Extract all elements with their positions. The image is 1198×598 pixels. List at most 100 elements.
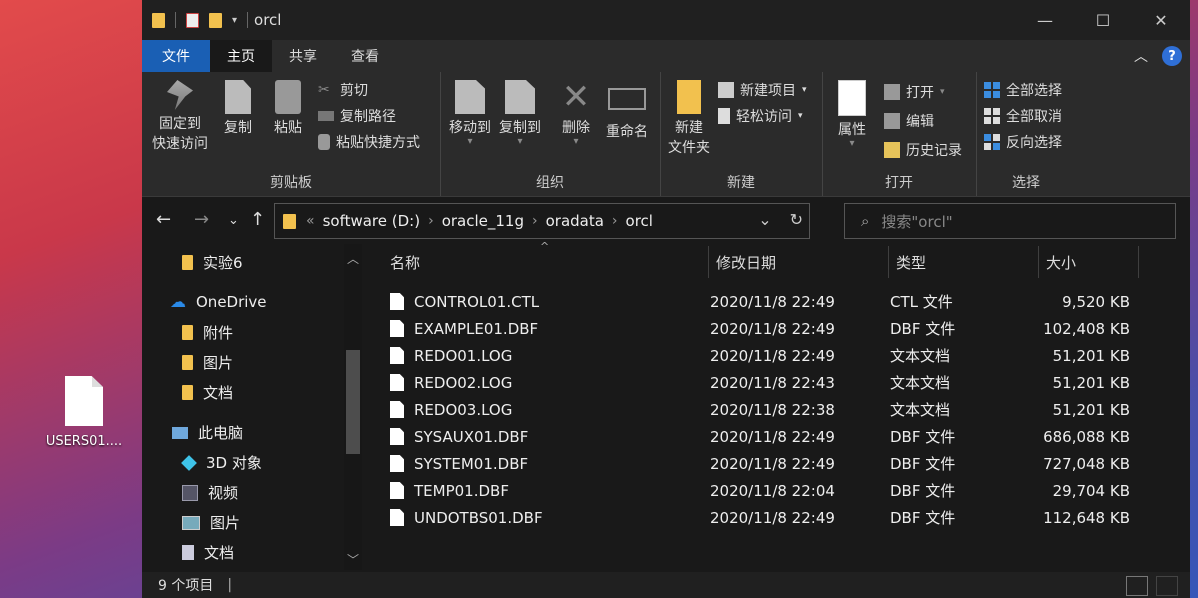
rename-button[interactable]: 重命名 <box>602 80 652 142</box>
up-arrow-icon[interactable]: ↑ <box>250 209 265 230</box>
open-button[interactable]: 打开 ▾ <box>884 82 945 102</box>
chevron-up-icon[interactable]: ︿ <box>1134 46 1148 66</box>
move-to-button[interactable]: 移动到 ▾ <box>446 80 494 147</box>
desktop-file-icon[interactable]: USERS01.... <box>40 376 128 449</box>
table-row[interactable]: SYSAUX01.DBF 2020/11/8 22:49 DBF 文件 686,088… <box>390 423 1150 450</box>
file-type: DBF 文件 <box>890 428 956 446</box>
history-button[interactable]: 历史记录 <box>884 140 962 160</box>
copy-button[interactable]: 复制 <box>218 80 258 138</box>
breadcrumb-oracle[interactable]: oracle_11g <box>434 212 532 230</box>
explorer-window: ▾ orcl — ☐ ✕ 文件 主页 共享 查看 ︿ ? 固定到 快速访问 复制… <box>142 0 1190 598</box>
nav-item-onedrive-pictures[interactable]: 图片 <box>182 352 233 373</box>
tab-share[interactable]: 共享 <box>272 40 334 72</box>
file-date: 2020/11/8 22:49 <box>710 346 835 365</box>
nav-item-documents[interactable]: 文档 <box>182 542 234 563</box>
large-icons-view-icon[interactable] <box>1156 576 1178 596</box>
sort-ascending-icon: ^ <box>540 240 550 253</box>
new-item-button[interactable]: 新建项目 ▾ <box>718 80 807 100</box>
nav-item-onedrive[interactable]: ☁ OneDrive <box>170 292 267 311</box>
cube-icon <box>181 454 197 471</box>
close-button[interactable]: ✕ <box>1132 0 1190 40</box>
file-type: 文本文档 <box>890 401 951 419</box>
table-row[interactable]: REDO01.LOG 2020/11/8 22:49 文本文档 51,201 KB <box>390 342 1150 369</box>
chevron-down-icon: ▾ <box>798 111 803 121</box>
cut-button[interactable]: ✂ 剪切 <box>318 80 368 100</box>
address-dropdown-icon[interactable]: ⌄ <box>758 210 771 229</box>
column-header-date[interactable]: 修改日期 <box>716 244 776 280</box>
status-bar: 9 个项目 | <box>142 572 1190 598</box>
chevron-down-icon: ▾ <box>940 87 945 97</box>
nav-item-lab6[interactable]: 实验6 <box>182 252 243 273</box>
file-name: SYSAUX01.DBF <box>414 427 529 446</box>
scroll-up-icon[interactable]: ︿ <box>347 250 359 267</box>
paste-button[interactable]: 粘贴 <box>268 80 308 138</box>
back-arrow-icon[interactable]: ← <box>156 209 171 230</box>
file-type: DBF 文件 <box>890 482 956 500</box>
nav-item-pictures[interactable]: 图片 <box>182 512 240 533</box>
paste-icon <box>275 80 301 114</box>
edit-button[interactable]: 编辑 <box>884 111 934 131</box>
file-type: 文本文档 <box>890 347 951 365</box>
scroll-down-icon[interactable]: ﹀ <box>347 551 359 568</box>
invert-selection-button[interactable]: 反向选择 <box>984 132 1062 152</box>
file-size: 51,201 KB <box>1052 346 1130 365</box>
forward-arrow-icon[interactable]: → <box>194 209 209 230</box>
details-view-icon[interactable] <box>1126 576 1148 596</box>
nav-item-3d-objects[interactable]: 3D 对象 <box>181 452 262 473</box>
tab-view[interactable]: 查看 <box>334 40 396 72</box>
search-icon: ⌕ <box>861 212 870 230</box>
tab-file[interactable]: 文件 <box>142 40 210 72</box>
chevron-down-icon: ▾ <box>802 85 807 95</box>
maximize-button[interactable]: ☐ <box>1074 0 1132 40</box>
new-folder-button[interactable]: 新建 文件夹 <box>666 80 712 158</box>
breadcrumb-orcl[interactable]: orcl <box>618 212 661 230</box>
nav-item-this-pc[interactable]: 此电脑 <box>172 422 243 443</box>
nav-item-attachments[interactable]: 附件 <box>182 322 233 343</box>
table-row[interactable]: UNDOTBS01.DBF 2020/11/8 22:49 DBF 文件 112,64… <box>390 504 1150 531</box>
minimize-button[interactable]: — <box>1016 0 1074 40</box>
copy-to-button[interactable]: 复制到 ▾ <box>496 80 544 147</box>
recent-locations-chevron-icon[interactable]: ⌄ <box>228 213 239 228</box>
nav-scrollbar[interactable]: ︿ ﹀ <box>344 244 362 570</box>
column-header-size[interactable]: 大小 <box>1046 244 1076 280</box>
column-header-name[interactable]: 名称 <box>390 244 420 280</box>
pin-icon <box>167 80 193 110</box>
file-date: 2020/11/8 22:49 <box>710 319 835 338</box>
breadcrumb-drive[interactable]: software (D:) <box>315 212 429 230</box>
copy-to-icon <box>505 80 535 114</box>
nav-item-videos[interactable]: 视频 <box>182 482 238 503</box>
scissors-icon: ✂ <box>318 82 330 98</box>
easy-access-icon <box>718 108 730 124</box>
easy-access-button[interactable]: 轻松访问 ▾ <box>718 106 803 126</box>
breadcrumb-oradata[interactable]: oradata <box>538 212 612 230</box>
delete-button[interactable]: ✕ 删除 ▾ <box>556 80 596 147</box>
file-size: 112,648 KB <box>1043 508 1130 527</box>
table-row[interactable]: CONTROL01.CTL 2020/11/8 22:49 CTL 文件 9,520 … <box>390 288 1150 315</box>
table-row[interactable]: REDO03.LOG 2020/11/8 22:38 文本文档 51,201 KB <box>390 396 1150 423</box>
file-icon <box>65 376 103 426</box>
table-row[interactable]: TEMP01.DBF 2020/11/8 22:04 DBF 文件 29,704 KB <box>390 477 1150 504</box>
refresh-icon[interactable]: ↻ <box>790 210 803 229</box>
help-icon[interactable]: ? <box>1162 46 1182 66</box>
properties-button[interactable]: 属性 ▾ <box>830 80 874 149</box>
search-input[interactable]: ⌕ 搜索"orcl" <box>844 203 1176 239</box>
new-folder-quick-icon[interactable] <box>209 12 222 28</box>
desktop-file-label: USERS01.... <box>45 434 123 449</box>
paste-shortcut-button[interactable]: 粘贴快捷方式 <box>318 132 420 152</box>
table-row[interactable]: SYSTEM01.DBF 2020/11/8 22:49 DBF 文件 727,048… <box>390 450 1150 477</box>
table-row[interactable]: EXAMPLE01.DBF 2020/11/8 22:49 DBF 文件 102,40… <box>390 315 1150 342</box>
new-item-icon <box>718 82 734 98</box>
select-all-button[interactable]: 全部选择 <box>984 80 1062 100</box>
address-input[interactable]: « software (D:) › oracle_11g › oradata ›… <box>274 203 810 239</box>
copy-path-button[interactable]: 复制路径 <box>318 106 396 126</box>
table-row[interactable]: REDO02.LOG 2020/11/8 22:43 文本文档 51,201 KB <box>390 369 1150 396</box>
properties-quick-icon[interactable] <box>186 12 199 28</box>
pin-quick-access-button[interactable]: 固定到 快速访问 <box>150 80 210 154</box>
computer-icon <box>172 426 188 439</box>
select-none-button[interactable]: 全部取消 <box>984 106 1062 126</box>
nav-item-onedrive-documents[interactable]: 文档 <box>182 382 233 403</box>
tab-home[interactable]: 主页 <box>210 40 272 72</box>
column-header-type[interactable]: 类型 <box>896 244 926 280</box>
scrollbar-thumb[interactable] <box>346 350 360 454</box>
chevron-down-icon[interactable]: ▾ <box>232 15 237 26</box>
